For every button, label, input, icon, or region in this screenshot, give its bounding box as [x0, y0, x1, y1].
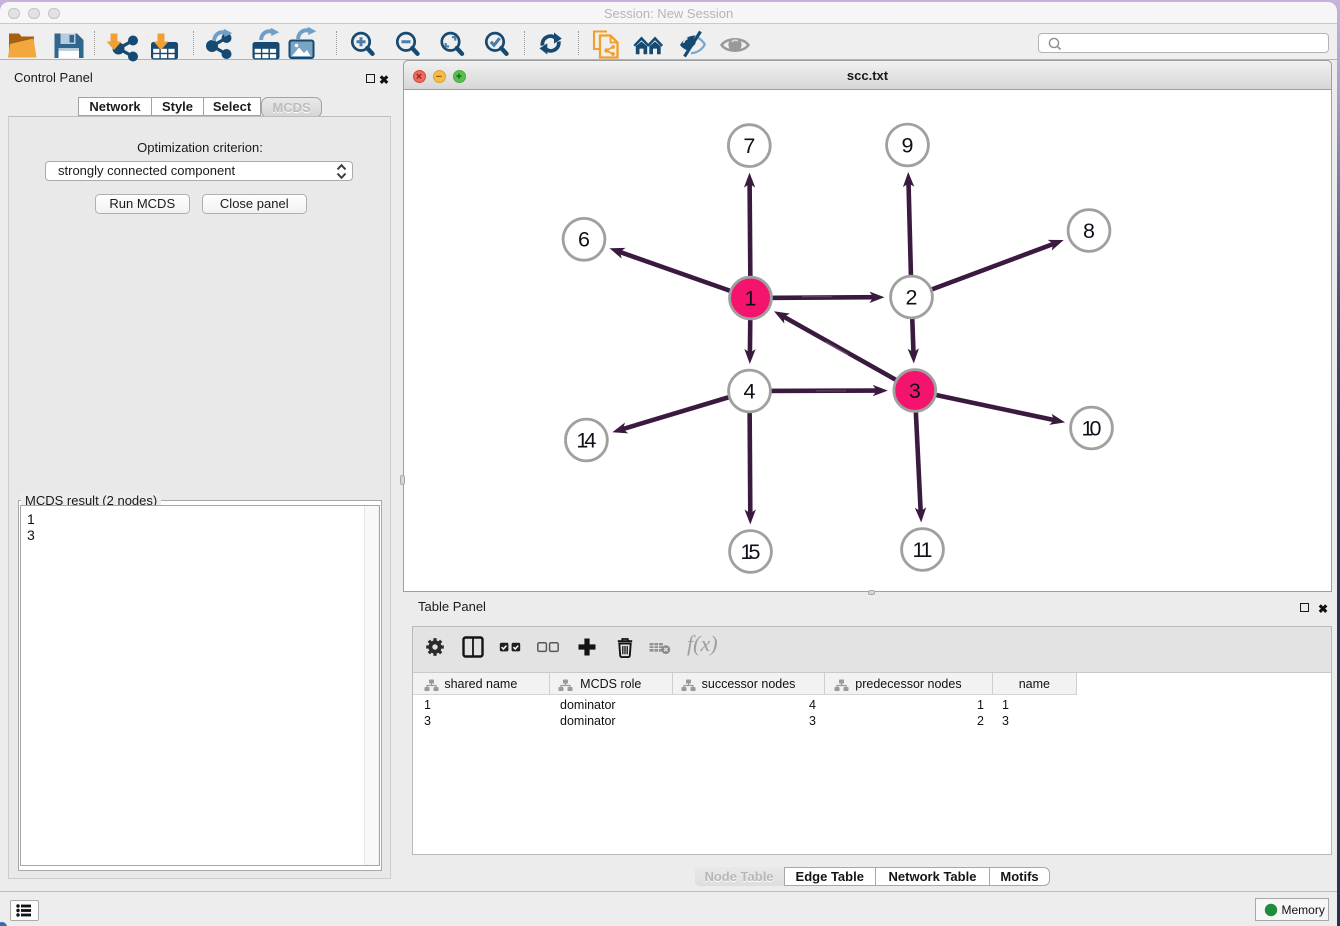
svg-text:8: 8 [1083, 219, 1095, 243]
svg-text:4: 4 [744, 379, 756, 403]
svg-text:15: 15 [741, 540, 761, 564]
svg-text:14: 14 [576, 428, 596, 452]
svg-text:6: 6 [578, 228, 590, 252]
svg-text:2: 2 [906, 285, 918, 309]
svg-text:9: 9 [902, 133, 914, 157]
svg-text:1: 1 [745, 286, 757, 310]
svg-text:3: 3 [909, 379, 921, 403]
svg-text:7: 7 [743, 134, 755, 158]
svg-text:10: 10 [1082, 416, 1102, 440]
svg-text:11: 11 [913, 538, 933, 562]
